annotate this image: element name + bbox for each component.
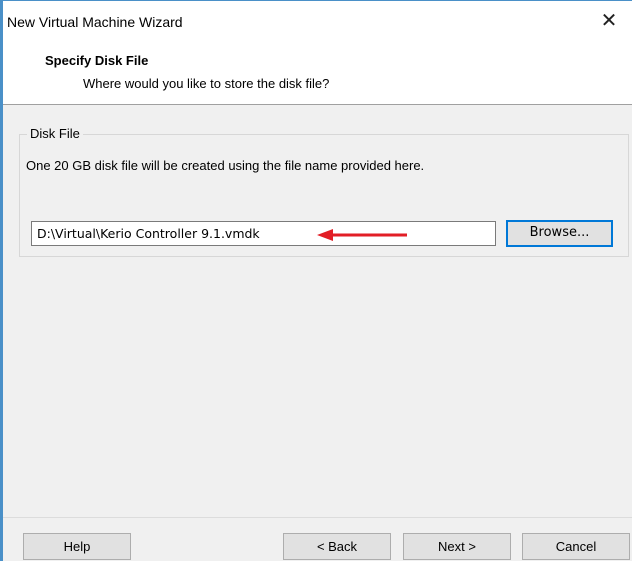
disk-file-group-label: Disk File bbox=[27, 126, 83, 141]
next-button[interactable]: Next > bbox=[403, 533, 511, 560]
wizard-header: Specify Disk File Where would you like t… bbox=[3, 43, 632, 105]
disk-file-group: Disk File One 20 GB disk file will be cr… bbox=[19, 126, 629, 257]
disk-file-description: One 20 GB disk file will be created usin… bbox=[26, 158, 425, 173]
page-subtitle: Where would you like to store the disk f… bbox=[83, 76, 330, 91]
cancel-button[interactable]: Cancel bbox=[522, 533, 630, 560]
page-title: Specify Disk File bbox=[45, 53, 149, 68]
window-title: New Virtual Machine Wizard bbox=[7, 14, 183, 30]
red-arrow-icon bbox=[317, 229, 407, 241]
help-button[interactable]: Help bbox=[23, 533, 131, 560]
wizard-window: New Virtual Machine Wizard ✕ Specify Dis… bbox=[0, 0, 632, 561]
title-bar: New Virtual Machine Wizard ✕ bbox=[3, 1, 632, 43]
disk-file-path-input[interactable] bbox=[31, 221, 496, 246]
close-icon[interactable]: ✕ bbox=[600, 11, 618, 31]
browse-button[interactable]: Browse... bbox=[506, 220, 613, 247]
back-button[interactable]: < Back bbox=[283, 533, 391, 560]
wizard-footer: Help < Back Next > Cancel bbox=[3, 517, 632, 561]
